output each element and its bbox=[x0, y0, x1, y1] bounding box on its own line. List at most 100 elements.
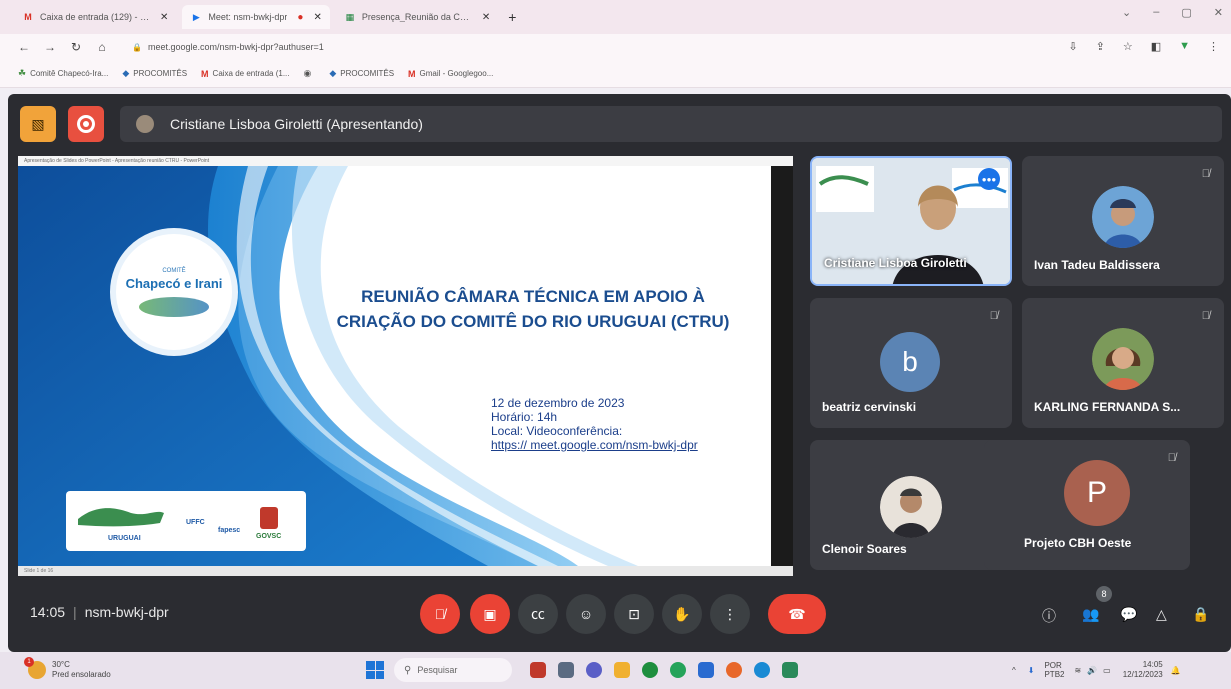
whatsapp-icon[interactable] bbox=[670, 662, 686, 678]
weather-widget[interactable]: 1 30°C Pred ensolarado bbox=[24, 657, 111, 680]
camera-toggle-button[interactable]: ▣ bbox=[470, 594, 510, 634]
close-icon[interactable]: ✕ bbox=[160, 12, 168, 23]
participant-tile[interactable]: ●●● Cristiane Lisboa Giroletti bbox=[810, 156, 1012, 286]
file-explorer-icon[interactable] bbox=[614, 662, 630, 678]
search-placeholder: Pesquisar bbox=[417, 665, 458, 675]
url-field[interactable]: 🔒 meet.google.com/nsm-bwkj-dpr?authuser=… bbox=[132, 42, 324, 52]
forward-icon[interactable]: → bbox=[40, 40, 60, 54]
widget-icon[interactable] bbox=[530, 662, 546, 678]
extension-icon[interactable]: ▼ bbox=[1179, 40, 1190, 53]
close-window-icon[interactable]: ✕ bbox=[1214, 6, 1223, 19]
bookmark-gmail-2[interactable]: M Gmail - Googlegoo... bbox=[408, 69, 493, 79]
meeting-time: 14:05 bbox=[30, 604, 66, 620]
menu-icon[interactable]: ⋮ bbox=[1208, 40, 1219, 53]
present-button[interactable]: ⊡ bbox=[614, 594, 654, 634]
present-off-icon: ▧ bbox=[31, 115, 45, 132]
chat-icon[interactable]: 💬 bbox=[1120, 606, 1137, 623]
globe-icon: ◉ bbox=[303, 68, 312, 78]
weather-sun-icon: 1 bbox=[24, 657, 46, 679]
separator: | bbox=[73, 604, 77, 620]
leave-call-button[interactable]: ☎ bbox=[768, 594, 826, 634]
new-tab-button[interactable]: + bbox=[508, 9, 516, 25]
bookmark-procomites-2[interactable]: ◆ PROCOMITÊS bbox=[329, 68, 394, 79]
bookmark-label: Comitê Chapecó-Ira... bbox=[30, 69, 109, 78]
slide-status-bar: Slide 1 de 16 bbox=[18, 566, 793, 576]
partner-fapesc: fapesc bbox=[218, 527, 241, 534]
presenter-bar[interactable]: Cristiane Lisboa Giroletti (Apresentando… bbox=[120, 106, 1222, 142]
logo-swoosh bbox=[139, 296, 209, 317]
sidepanel-icon[interactable]: ◧ bbox=[1151, 40, 1161, 53]
firefox-icon[interactable] bbox=[726, 662, 742, 678]
presentation-slide[interactable]: Apresentação de Slides do PowerPoint - A… bbox=[18, 156, 793, 576]
tab-label: Presença_Reunião da CTRU do C bbox=[361, 12, 472, 22]
home-icon[interactable]: ⌂ bbox=[92, 40, 112, 54]
participant-name: Projeto CBH Oeste bbox=[1024, 536, 1132, 550]
weather-desc: Pred ensolarado bbox=[52, 670, 111, 679]
tab-search-icon[interactable]: ⌄ bbox=[1122, 6, 1131, 19]
chevron-up-icon[interactable]: ^ bbox=[1012, 666, 1016, 675]
gmail-icon: M bbox=[408, 68, 416, 79]
wifi-icon[interactable]: ≋ bbox=[1074, 666, 1081, 675]
share-icon[interactable]: ⇪ bbox=[1096, 40, 1105, 53]
url-text: meet.google.com/nsm-bwkj-dpr?authuser=1 bbox=[147, 42, 324, 52]
slide-meeting-info: 12 de dezembro de 2023 Horário: 14h Loca… bbox=[491, 396, 698, 452]
meeting-info-icon[interactable]: ⓘ bbox=[1042, 606, 1056, 626]
close-icon[interactable]: ✕ bbox=[482, 12, 490, 23]
bookmark-comite[interactable]: ☘ Comitê Chapecó-Ira... bbox=[18, 68, 108, 79]
participant-tile[interactable]: 🎙̸ b beatriz cervinski bbox=[810, 298, 1012, 428]
partner-uruguai: URUGUAI bbox=[108, 535, 141, 542]
meet-chat-icon[interactable] bbox=[586, 662, 602, 678]
tab-gmail[interactable]: M Caixa de entrada (129) - projeto ✕ bbox=[14, 5, 176, 29]
minimize-icon[interactable]: – bbox=[1153, 6, 1159, 19]
task-view-icon[interactable] bbox=[558, 662, 574, 678]
system-tray: ^ ⬇ POR PTB2 ≋ 🔊 ▭ 14:05 12/12/2023 🔔 bbox=[1012, 660, 1181, 680]
address-bar-row: ← → ↻ ⌂ 🔒 meet.google.com/nsm-bwkj-dpr?a… bbox=[0, 34, 1231, 60]
back-icon[interactable]: ← bbox=[14, 40, 34, 54]
bookmark-globe[interactable]: ◉ bbox=[303, 68, 315, 79]
slide-title: REUNIÃO CÂMARA TÉCNICA EM APOIO À CRIAÇÃ… bbox=[308, 284, 758, 334]
raise-hand-button[interactable]: ✋ bbox=[662, 594, 702, 634]
stop-presenting-button[interactable]: ▧ bbox=[20, 106, 56, 142]
tab-sheets[interactable]: ▦ Presença_Reunião da CTRU do C ✕ bbox=[336, 5, 498, 29]
store-icon[interactable] bbox=[698, 662, 714, 678]
participant-tile[interactable]: 🎙̸ Ivan Tadeu Baldissera bbox=[1022, 156, 1224, 286]
record-icon bbox=[77, 115, 95, 133]
edge-icon[interactable] bbox=[754, 662, 770, 678]
participant-tile[interactable]: 🎙̸ P Projeto CBH Oeste bbox=[984, 440, 1190, 570]
download-icon[interactable]: ⇩ bbox=[1068, 40, 1077, 53]
language-indicator[interactable]: POR PTB2 bbox=[1044, 661, 1064, 679]
reload-icon[interactable]: ↻ bbox=[66, 40, 86, 54]
taskbar-search[interactable]: ⚲ Pesquisar bbox=[394, 658, 512, 682]
sheets-app-icon[interactable] bbox=[782, 662, 798, 678]
chrome-icon[interactable] bbox=[642, 662, 658, 678]
recording-button[interactable] bbox=[68, 106, 104, 142]
more-options-button[interactable]: ⋮ bbox=[710, 594, 750, 634]
star-icon[interactable]: ☆ bbox=[1123, 40, 1133, 53]
taskbar-clock[interactable]: 14:05 12/12/2023 bbox=[1123, 660, 1163, 680]
reactions-button[interactable]: ☺ bbox=[566, 594, 606, 634]
meet-icon: ▶ bbox=[192, 12, 200, 22]
maximize-icon[interactable]: ▢ bbox=[1181, 6, 1191, 19]
mic-off-icon: 🎙̸ bbox=[989, 310, 998, 322]
participant-tile[interactable]: 🎙̸ KARLING FERNANDA S... bbox=[1022, 298, 1224, 428]
slide-location: Local: Videoconferência: bbox=[491, 424, 623, 438]
host-controls-icon[interactable]: 🔒 bbox=[1192, 606, 1209, 623]
people-icon[interactable]: 👥 bbox=[1082, 606, 1099, 623]
bookmark-procomites[interactable]: ◆ PROCOMITÊS bbox=[122, 68, 187, 79]
captions-button[interactable]: ㏄ bbox=[518, 594, 558, 634]
participant-count-badge: 8 bbox=[1096, 586, 1112, 602]
activities-icon[interactable]: △ bbox=[1156, 606, 1167, 623]
tab-meet[interactable]: ▶ Meet: nsm-bwkj-dpr ● ✕ bbox=[182, 5, 330, 29]
battery-icon[interactable]: ▭ bbox=[1103, 666, 1111, 675]
mic-toggle-button[interactable]: 🎙̸ bbox=[420, 594, 460, 634]
bookmark-gmail[interactable]: M Caixa de entrada (1... bbox=[201, 69, 289, 79]
slide-link[interactable]: https:// meet.google.com/nsm-bwkj-dpr bbox=[491, 438, 698, 452]
close-icon[interactable]: ✕ bbox=[313, 12, 321, 23]
shield-tray-icon[interactable]: ⬇ bbox=[1028, 666, 1035, 675]
volume-icon[interactable]: 🔊 bbox=[1087, 666, 1097, 675]
uruguai-map-icon bbox=[78, 508, 164, 527]
participant-tile[interactable]: Clenoir Soares bbox=[810, 440, 1012, 570]
logo-small-text: COMITÊ bbox=[162, 267, 186, 274]
start-button[interactable] bbox=[366, 661, 384, 679]
notification-bell-icon[interactable]: 🔔 bbox=[1171, 666, 1181, 675]
